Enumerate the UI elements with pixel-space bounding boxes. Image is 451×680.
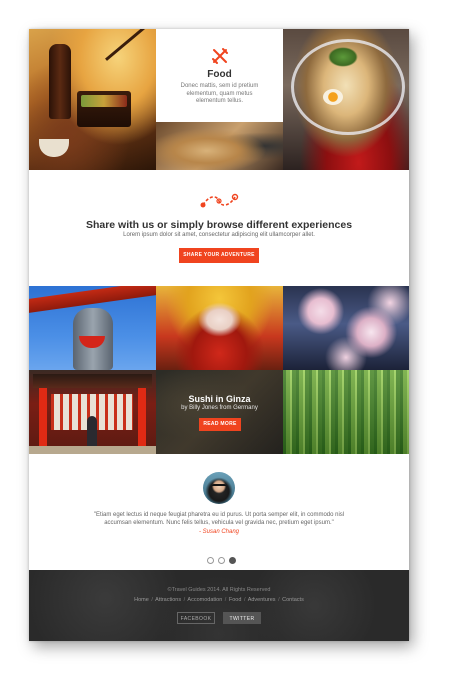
- nav-separator: /: [243, 597, 246, 603]
- footer-link-adventures[interactable]: Adventures: [248, 597, 276, 603]
- ramen-greens: [328, 47, 358, 67]
- food-card-title: Food: [207, 69, 232, 80]
- twitter-button[interactable]: TWITTER: [223, 612, 261, 624]
- shrine-post-left: [39, 388, 47, 448]
- sunglasses: [212, 484, 226, 490]
- carousel-dot-2[interactable]: [218, 557, 225, 564]
- carousel-dots: [205, 551, 238, 564]
- nav-separator: /: [224, 597, 227, 603]
- read-more-button[interactable]: READ MORE: [199, 418, 241, 431]
- chopsticks: [105, 29, 153, 61]
- travel-guide-page: Food Donec mattis, sem id pretium elemen…: [29, 29, 409, 641]
- footer-link-food[interactable]: Food: [229, 597, 242, 603]
- footer-link-accomodation[interactable]: Accomodation: [187, 597, 222, 603]
- visitor-figure: [87, 416, 97, 448]
- testimonial-author: - Susan Chang: [198, 529, 240, 535]
- fork-knife-icon: [212, 48, 228, 64]
- bamboo-forest-photo[interactable]: [283, 370, 409, 454]
- nav-separator: /: [183, 597, 186, 603]
- nav-separator: /: [278, 597, 280, 603]
- footer: ©Travel Guides 2014. All Rights Reserved…: [29, 570, 409, 641]
- featured-title: Sushi in Ginza: [188, 394, 251, 404]
- featured-story-tile[interactable]: Sushi in Ginza by Billy Jones from Germa…: [156, 370, 283, 454]
- path-route-icon: [200, 193, 239, 208]
- geisha-photo[interactable]: [156, 286, 283, 370]
- footer-link-attractions[interactable]: Attractions: [155, 597, 181, 603]
- sake-bottle: [49, 44, 71, 119]
- carousel-dot-1[interactable]: [207, 557, 214, 564]
- copyright-text: ©Travel Guides 2014. All Rights Reserved: [167, 587, 271, 593]
- share-heading: Share with us or simply browse different…: [85, 219, 353, 231]
- shrine-floor: [29, 446, 156, 454]
- fried-rice-photo: [156, 122, 283, 170]
- avatar: [203, 472, 235, 504]
- featured-author: by Billy Jones from Germany: [181, 405, 258, 411]
- food-category-card[interactable]: Food Donec mattis, sem id pretium elemen…: [156, 29, 283, 122]
- footer-link-contacts[interactable]: Contacts: [282, 597, 304, 603]
- facebook-button[interactable]: FACEBOOK: [177, 612, 215, 624]
- ramen-photo: [283, 29, 409, 170]
- ramen-egg: [323, 89, 343, 105]
- sake-photo: [29, 29, 156, 170]
- footer-link-home[interactable]: Home: [134, 597, 149, 603]
- share-adventure-button[interactable]: SHARE YOUR ADVENTURE: [179, 248, 259, 263]
- share-subtitle: Lorem ipsum dolor sit amet, consectetur …: [123, 232, 315, 238]
- testimonial-quote: "Etiam eget lectus id neque feugiat phar…: [93, 512, 345, 526]
- nav-separator: /: [151, 597, 153, 603]
- shrine-post-right: [138, 388, 146, 448]
- fox-statue-photo[interactable]: [29, 286, 156, 370]
- bento-box: [77, 91, 131, 127]
- tea-cup: [39, 139, 69, 157]
- shrine-roof: [33, 374, 152, 388]
- cherry-blossom-photo[interactable]: [283, 286, 409, 370]
- carousel-dot-3[interactable]: [229, 557, 236, 564]
- footer-nav: Home / Attractions / Accomodation / Food…: [29, 597, 409, 603]
- shrine-photo[interactable]: [29, 370, 156, 454]
- food-card-description: Donec mattis, sem id pretium elementum, …: [180, 83, 259, 104]
